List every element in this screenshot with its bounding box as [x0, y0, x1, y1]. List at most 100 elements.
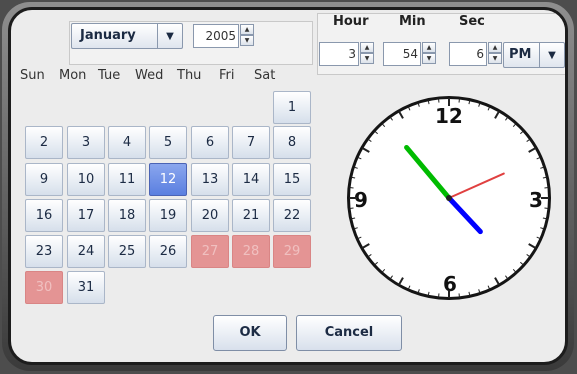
min-field[interactable]: 54 [383, 42, 421, 66]
sec-label: Sec [459, 14, 485, 29]
day-25[interactable]: 25 [108, 235, 146, 268]
hour-hand [446, 195, 483, 235]
clock-tick [478, 102, 481, 107]
month-value: January [80, 28, 136, 43]
year-field[interactable]: 2005 [193, 24, 239, 48]
clock-tick [381, 269, 386, 273]
day-29[interactable]: 29 [273, 235, 311, 268]
clock-tick [427, 291, 430, 296]
day-26[interactable]: 26 [149, 235, 187, 268]
arrow-down-icon[interactable]: ▼ [422, 53, 436, 64]
min-spinner[interactable]: ▲ ▼ [422, 42, 436, 64]
day-13[interactable]: 13 [191, 163, 229, 196]
year-spinner[interactable]: ▲ ▼ [240, 24, 254, 46]
arrow-down-icon[interactable]: ▼ [240, 35, 254, 46]
weekday-sat: Sat [254, 68, 276, 83]
day-9[interactable]: 9 [25, 163, 63, 196]
day-30[interactable]: 30 [25, 271, 63, 304]
weekday-sun: Sun [20, 68, 45, 83]
clock-tick [478, 289, 481, 294]
clock-tick [407, 285, 411, 290]
day-28[interactable]: 28 [232, 235, 270, 268]
clock-tick [381, 123, 386, 127]
sec-field[interactable]: 6 [449, 42, 487, 66]
hour-field[interactable]: 3 [319, 42, 359, 66]
clock-tick [351, 217, 356, 220]
day-12[interactable]: 12 [149, 163, 187, 196]
weekday-mon: Mon [59, 68, 87, 83]
second-hand [448, 172, 505, 199]
clock-tick [520, 130, 524, 135]
clock-tick [540, 227, 545, 230]
day-17[interactable]: 17 [67, 199, 105, 232]
clock-tick [542, 176, 547, 179]
date-time-chooser-dialog: January ▼ 2005 ▲ ▼ Hour Min Sec 3 ▲ ▼ 54… [8, 7, 568, 365]
clock-tick [540, 166, 545, 169]
day-21[interactable]: 21 [232, 199, 270, 232]
day-16[interactable]: 16 [25, 199, 63, 232]
day-22[interactable]: 22 [273, 199, 311, 232]
day-15[interactable]: 15 [273, 163, 311, 196]
day-4[interactable]: 4 [108, 126, 146, 159]
clock-tick [468, 100, 471, 105]
clock-tick [542, 217, 547, 220]
clock-tick [357, 156, 362, 160]
day-6[interactable]: 6 [191, 126, 229, 159]
cancel-button[interactable]: Cancel [296, 315, 402, 351]
day-7[interactable]: 7 [232, 126, 270, 159]
chevron-down-icon[interactable]: ▼ [157, 24, 182, 48]
day-18[interactable]: 18 [108, 199, 146, 232]
day-8[interactable]: 8 [273, 126, 311, 159]
clock-tick [367, 138, 372, 142]
hour-label: Hour [333, 14, 369, 29]
day-3[interactable]: 3 [67, 126, 105, 159]
day-5[interactable]: 5 [149, 126, 187, 159]
clock-tick [361, 147, 370, 153]
chevron-down-icon[interactable]: ▼ [539, 43, 564, 67]
sec-spinner[interactable]: ▲ ▼ [488, 42, 502, 64]
day-20[interactable]: 20 [191, 199, 229, 232]
clock-tick [528, 243, 537, 249]
clock-tick [528, 147, 537, 153]
clock-tick [487, 106, 491, 111]
day-14[interactable]: 14 [232, 163, 270, 196]
day-24[interactable]: 24 [67, 235, 105, 268]
hour-spinner[interactable]: ▲ ▼ [360, 42, 374, 64]
ok-button[interactable]: OK [213, 315, 287, 351]
clock-tick [468, 291, 471, 296]
arrow-up-icon[interactable]: ▲ [422, 42, 436, 53]
clock-center [446, 195, 452, 201]
arrow-up-icon[interactable]: ▲ [488, 42, 502, 53]
clock-tick [536, 236, 541, 240]
day-27[interactable]: 27 [191, 235, 229, 268]
day-31[interactable]: 31 [67, 271, 105, 304]
clock-tick [407, 106, 411, 111]
clock-tick [361, 243, 370, 249]
clock-tick [427, 100, 430, 105]
clock-tick [389, 275, 393, 280]
day-1[interactable]: 1 [273, 91, 311, 124]
clock-tick [505, 116, 509, 121]
month-combobox[interactable]: January ▼ [71, 23, 183, 49]
clock-tick [398, 277, 404, 286]
ampm-value: PM [509, 47, 532, 62]
day-19[interactable]: 19 [149, 199, 187, 232]
clock-tick [494, 277, 500, 286]
day-10[interactable]: 10 [67, 163, 105, 196]
arrow-down-icon[interactable]: ▼ [488, 53, 502, 64]
day-2[interactable]: 2 [25, 126, 63, 159]
arrow-up-icon[interactable]: ▲ [240, 24, 254, 35]
weekday-wed: Wed [135, 68, 164, 83]
ampm-combobox[interactable]: PM ▼ [503, 42, 565, 68]
min-label: Min [399, 14, 426, 29]
clock-tick [367, 254, 372, 258]
day-23[interactable]: 23 [25, 235, 63, 268]
clock-tick [351, 176, 356, 179]
arrow-up-icon[interactable]: ▲ [360, 42, 374, 53]
weekday-tue: Tue [98, 68, 121, 83]
weekday-thu: Thu [177, 68, 202, 83]
clock-tick [417, 289, 420, 294]
clock-tick [512, 123, 517, 127]
day-11[interactable]: 11 [108, 163, 146, 196]
arrow-down-icon[interactable]: ▼ [360, 53, 374, 64]
